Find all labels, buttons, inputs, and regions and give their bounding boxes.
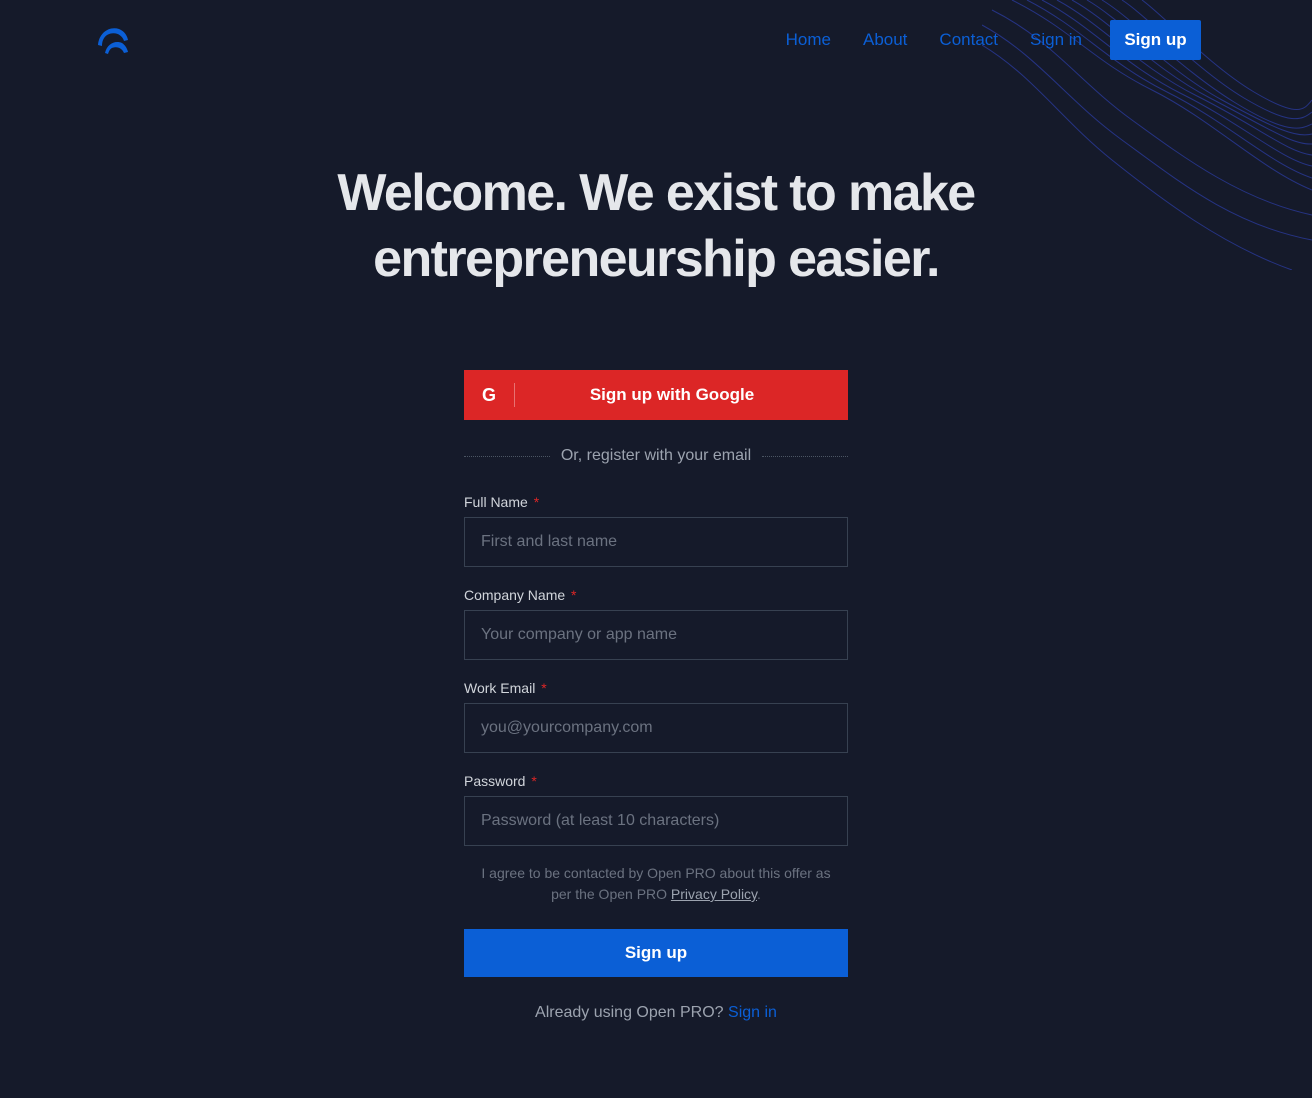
signup-form: G Sign up with Google Or, register with … [464,370,848,1022]
hero-heading-line-1: Welcome. We exist to make [337,164,976,222]
divider-line-left [464,455,550,457]
google-signup-button[interactable]: G Sign up with Google [464,370,848,420]
full-name-input[interactable] [464,517,848,567]
company-name-field: Company Name * [464,585,848,660]
open-pro-logo-icon[interactable] [95,23,131,57]
already-using-text: Already using Open PRO? Sign in [535,1004,777,1021]
password-field: Password * [464,771,848,846]
work-email-field: Work Email * [464,678,848,753]
site-header: Home About Contact Sign in Sign up [0,0,1312,80]
sign-up-submit-button[interactable]: Sign up [464,929,848,977]
form-fields: Full Name * Company Name * Work Email * … [464,492,848,846]
nav-sign-in-link[interactable]: Sign in [1030,20,1082,60]
or-divider: Or, register with your email [464,446,848,466]
hero-heading: Welcome. We exist to make entrepreneursh… [0,160,1312,292]
divider-line-right [762,455,848,457]
top-nav: Home About Contact Sign in Sign up [786,20,1201,60]
google-signup-label: Sign up with Google [589,385,755,404]
nav-home-link[interactable]: Home [786,20,831,60]
privacy-policy-link[interactable]: Privacy Policy [671,886,757,902]
nav-sign-up-button[interactable]: Sign up [1110,20,1201,60]
consent-text: I agree to be contacted by Open PRO abou… [481,865,831,902]
required-marker: * [571,587,577,603]
hero-heading-line-2: entrepreneurship easier. [373,230,940,288]
password-label: Password * [464,773,537,789]
work-email-input[interactable] [464,703,848,753]
divider-text: Or, register with your email [560,447,752,464]
required-marker: * [531,773,537,789]
nav-contact-link[interactable]: Contact [939,20,998,60]
nav-about-link[interactable]: About [863,20,907,60]
password-input[interactable] [464,796,848,846]
work-email-label: Work Email * [464,680,547,696]
company-name-label: Company Name * [464,587,577,603]
required-marker: * [533,494,540,510]
company-name-input[interactable] [464,610,848,660]
full-name-label: Full Name * [464,494,540,510]
full-name-field: Full Name * [464,492,848,567]
required-marker: * [541,680,547,696]
sign-in-link[interactable]: Sign in [728,1004,777,1021]
